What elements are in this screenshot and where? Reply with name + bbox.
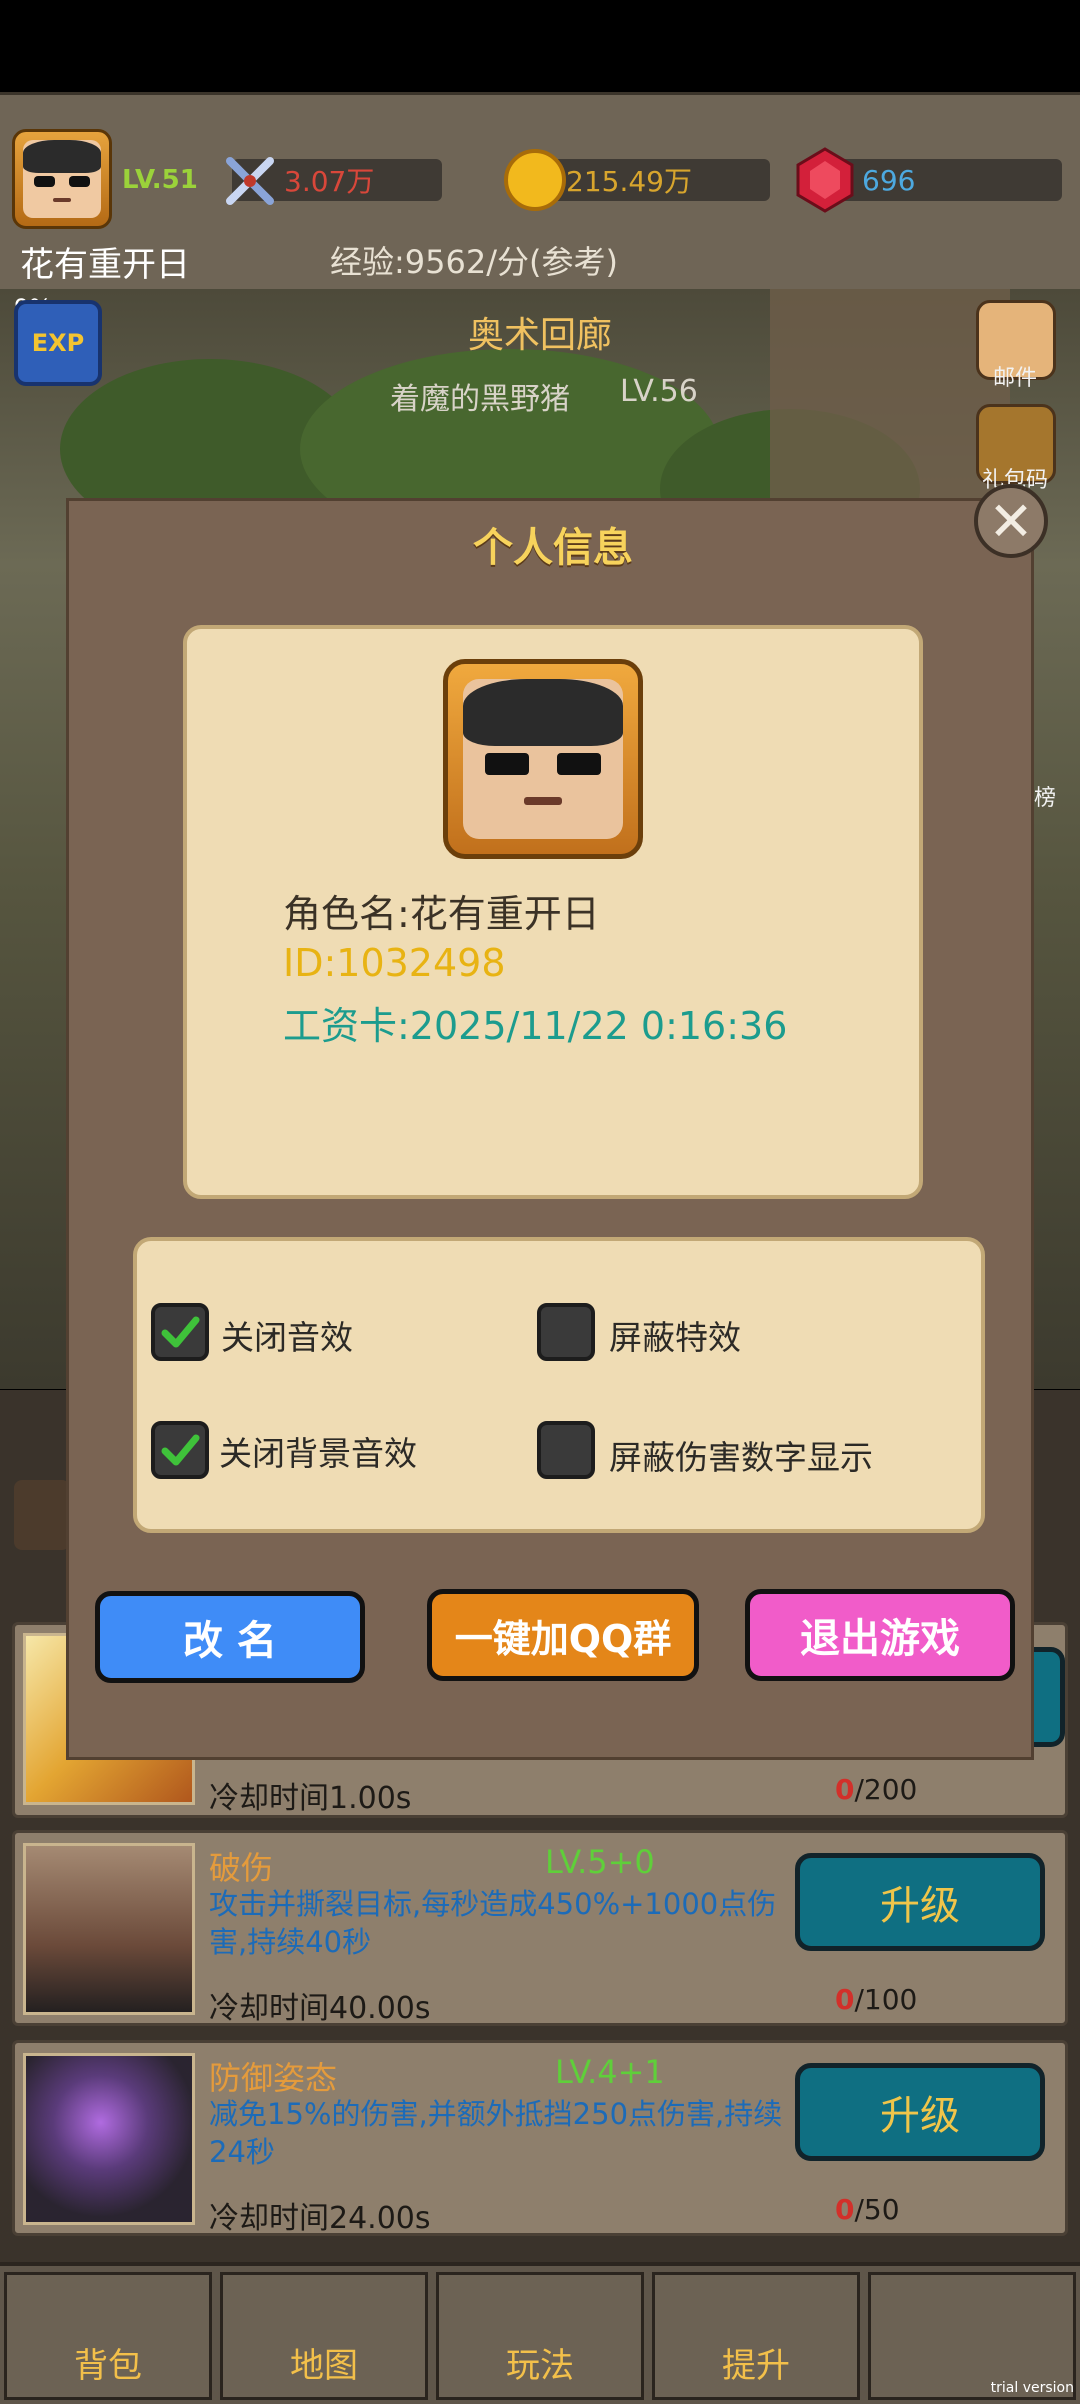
hide-damage-numbers-checkbox[interactable] xyxy=(537,1421,595,1479)
crossed-swords-icon xyxy=(226,157,274,205)
profile-modal: 个人信息 角色名:花有重开日 ID:1032498 工资卡:2025/11/22… xyxy=(66,498,1034,1760)
profile-avatar xyxy=(443,659,643,859)
mute-sfx-checkbox[interactable] xyxy=(151,1303,209,1361)
skill-description: 减免15%的伤害,并额外抵挡250点伤害,持续24秒 xyxy=(209,2097,783,2169)
area-name: 奥术回廊 xyxy=(467,315,612,356)
settings-card: 关闭音效 屏蔽特效 关闭背景音效 屏蔽伤害数字显示 xyxy=(133,1237,985,1533)
avatar-face-icon xyxy=(23,140,101,218)
experience-rate: 经验:9562/分(参考) xyxy=(330,243,618,281)
nav-map-label: 地图 xyxy=(290,2346,358,2386)
hide-effects-label: 屏蔽特效 xyxy=(609,1318,741,1357)
checkmark-icon xyxy=(161,1434,200,1466)
skill-description: 攻击并撕裂目标,每秒造成450%+1000点伤害,持续40秒 xyxy=(209,1887,777,1959)
attack-value: 3.07万 xyxy=(284,165,375,198)
red-gem-icon xyxy=(796,147,854,213)
skill-level: LV.4+1 xyxy=(555,2053,665,2091)
modal-title: 个人信息 xyxy=(473,525,633,571)
skill-cost: 0/100 xyxy=(835,1983,918,2016)
gem-stat: 696 xyxy=(820,159,1062,201)
player-level: LV.51 xyxy=(122,165,198,195)
gem-value: 696 xyxy=(862,163,916,197)
hide-effects-checkbox[interactable] xyxy=(537,1303,595,1361)
join-qq-group-button[interactable]: 一键加QQ群 xyxy=(427,1589,699,1681)
checkmark-icon xyxy=(161,1316,200,1348)
skill-row: 防御姿态 LV.4+1 减免15%的伤害,并额外抵挡250点伤害,持续24秒 冷… xyxy=(12,2040,1068,2236)
upgrade-button[interactable]: 升级 xyxy=(795,2063,1045,2161)
top-status-bar: LV.51 3.07万 215.49万 696 花有重开日 经验:9562/分(… xyxy=(0,92,1080,292)
skill-row: 破伤 LV.5+0 攻击并撕裂目标,每秒造成450%+1000点伤害,持续40秒… xyxy=(12,1830,1068,2026)
nav-map[interactable]: 地图 xyxy=(220,2272,428,2400)
collapse-arrow-icon[interactable] xyxy=(14,1480,70,1550)
mail-label: 邮件 xyxy=(992,366,1037,391)
nav-upgrade[interactable]: 提升 xyxy=(652,2272,860,2400)
gold-coin-icon xyxy=(504,149,566,211)
skill-level: LV.5+0 xyxy=(545,1843,655,1881)
skill-cost: 0/200 xyxy=(835,1773,918,1806)
nav-upgrade-label: 提升 xyxy=(722,2346,790,2386)
mute-bgm-label: 关闭背景音效 xyxy=(219,1434,417,1473)
skill-cooldown: 冷却时间1.00s xyxy=(209,1781,412,1816)
character-face-icon xyxy=(463,679,623,839)
skill-name: 防御姿态 xyxy=(209,2059,338,2097)
player-id: ID:1032498 xyxy=(283,941,506,985)
bottom-navigation: 背包 地图 玩法 提升 xyxy=(0,2262,1080,2404)
mute-bgm-checkbox[interactable] xyxy=(151,1421,209,1479)
hide-damage-numbers-label: 屏蔽伤害数字显示 xyxy=(609,1438,873,1477)
trial-watermark: trial version xyxy=(990,2380,1074,2396)
upgrade-button[interactable]: 升级 xyxy=(795,1853,1045,1951)
close-icon[interactable]: ✕ xyxy=(974,484,1048,558)
skill-cooldown: 冷却时间24.00s xyxy=(209,2201,431,2236)
nav-backpack-label: 背包 xyxy=(74,2346,142,2386)
skill-cooldown: 冷却时间40.00s xyxy=(209,1991,431,2026)
rename-button[interactable]: 改 名 xyxy=(95,1591,365,1683)
salary-card-time: 工资卡:2025/11/22 0:16:36 xyxy=(283,1004,788,1048)
gold-value: 215.49万 xyxy=(566,165,692,198)
nav-backpack[interactable]: 背包 xyxy=(4,2272,212,2400)
exit-game-button[interactable]: 退出游戏 xyxy=(745,1589,1015,1681)
enemy-level: LV.56 xyxy=(620,374,698,409)
bleed-skill-icon xyxy=(23,1843,195,2015)
character-name: 角色名:花有重开日 xyxy=(283,892,600,936)
player-avatar[interactable] xyxy=(12,129,112,229)
profile-card: 角色名:花有重开日 ID:1032498 工资卡:2025/11/22 0:16… xyxy=(183,625,923,1199)
enemy-name: 着魔的黑野猪 xyxy=(390,382,570,417)
shield-skill-icon xyxy=(23,2053,195,2225)
player-name: 花有重开日 xyxy=(20,245,190,285)
nav-gameplay[interactable]: 玩法 xyxy=(436,2272,644,2400)
skill-name: 破伤 xyxy=(209,1849,274,1887)
skill-cost: 0/50 xyxy=(835,2193,900,2226)
mute-sfx-label: 关闭音效 xyxy=(221,1318,353,1357)
nav-gameplay-label: 玩法 xyxy=(506,2346,574,2386)
